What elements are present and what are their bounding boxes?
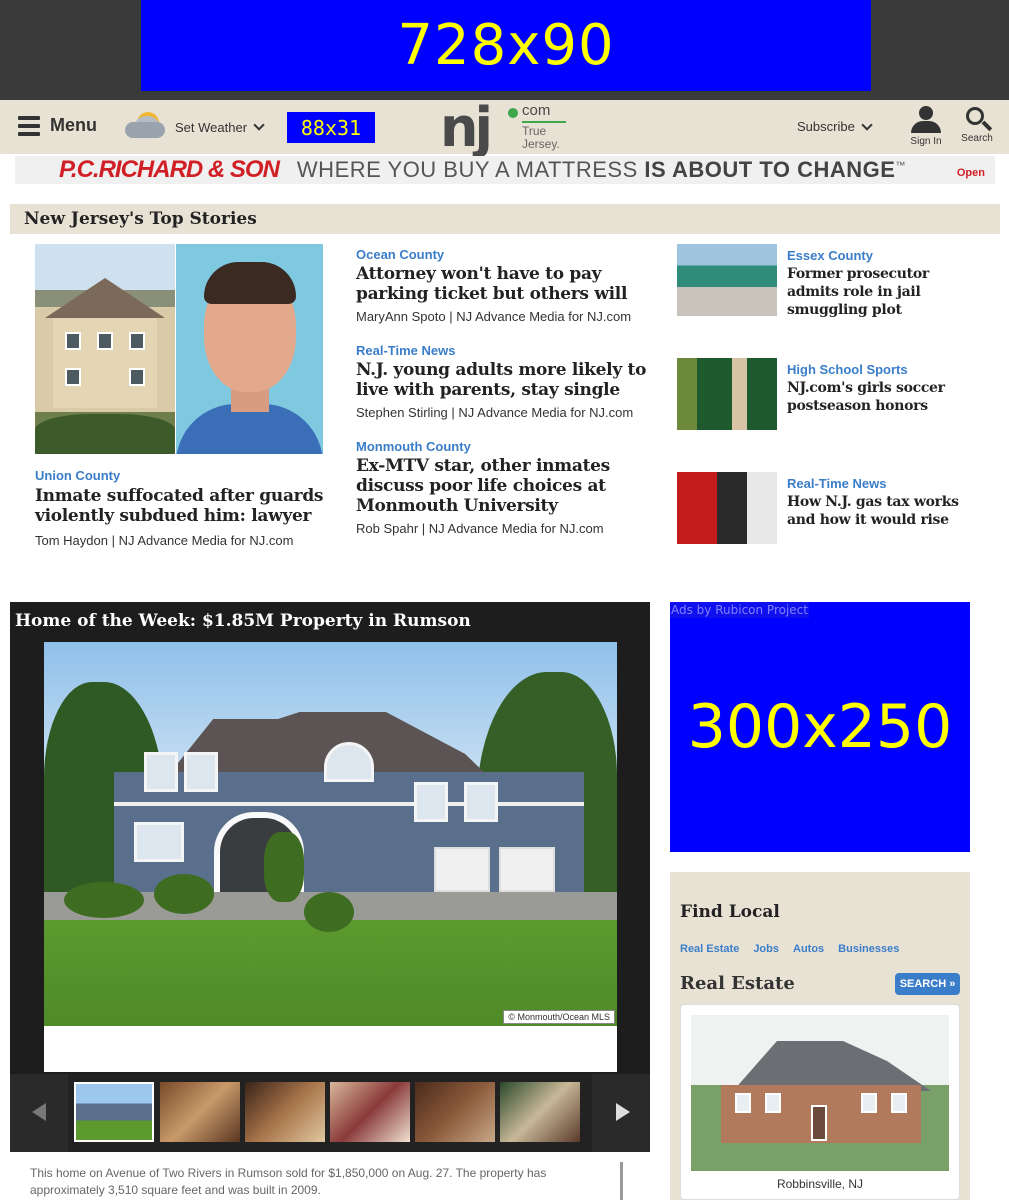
find-local-tabs: Real Estate Jobs Autos Businesses xyxy=(680,943,899,955)
story-byline: Stephen Stirling | NJ Advance Media for … xyxy=(356,405,634,420)
gallery-title[interactable]: Home of the Week: $1.85M Property in Rum… xyxy=(15,611,471,631)
story-headline[interactable]: Attorney won't have to pay parking ticke… xyxy=(356,264,656,304)
story-category[interactable]: High School Sports xyxy=(787,362,977,377)
user-icon xyxy=(906,106,946,133)
story-byline: Tom Haydon | NJ Advance Media for NJ.com xyxy=(35,533,294,548)
top-stories-header: New Jersey's Top Stories xyxy=(10,204,1000,234)
weather-label: Set Weather xyxy=(175,119,248,135)
nj-com-logo[interactable]: nj com True Jersey. xyxy=(440,96,570,159)
lead-story-mugshot-image[interactable] xyxy=(176,244,323,454)
previous-button[interactable] xyxy=(10,1074,68,1152)
story-category[interactable]: Essex County xyxy=(787,248,977,263)
banner-brand: P.C.RICHARD & SON xyxy=(59,156,280,183)
tab-autos[interactable]: Autos xyxy=(793,943,824,955)
rectangle-ad[interactable]: Ads by Rubicon Project 300x250 xyxy=(670,602,970,852)
gallery-thumbnail[interactable] xyxy=(245,1082,325,1142)
thumbnail-strip xyxy=(10,1074,650,1152)
sign-in-label: Sign In xyxy=(910,136,942,147)
story-category[interactable]: Real-Time News xyxy=(356,343,656,358)
search-icon xyxy=(963,106,993,134)
story-headline[interactable]: Inmate suffocated after guards violently… xyxy=(35,486,335,526)
photo-copyright: © Monmouth/Ocean MLS xyxy=(503,1010,615,1024)
gallery-main-photo[interactable]: © Monmouth/Ocean MLS xyxy=(44,642,617,1072)
tab-businesses[interactable]: Businesses xyxy=(838,943,899,955)
next-button[interactable] xyxy=(592,1074,650,1152)
story-item: Monmouth County Ex-MTV star, other inmat… xyxy=(356,439,656,536)
side-story: Real-Time News How N.J. gas tax works an… xyxy=(677,472,997,544)
tab-jobs[interactable]: Jobs xyxy=(753,943,779,955)
real-estate-heading: Real Estate xyxy=(680,973,795,994)
story-byline: MaryAnn Spoto | NJ Advance Media for NJ.… xyxy=(356,309,632,324)
arrow-right-icon xyxy=(616,1103,630,1121)
story-category[interactable]: Real-Time News xyxy=(787,476,977,491)
side-story-thumbnail[interactable] xyxy=(677,244,777,316)
real-estate-listing[interactable]: Robbinsville, NJ xyxy=(680,1004,960,1200)
section-title: New Jersey's Top Stories xyxy=(24,209,257,229)
story-headline[interactable]: Former prosecutor admits role in jail sm… xyxy=(787,265,977,319)
gallery-thumbnail[interactable] xyxy=(74,1082,154,1142)
gallery-caption: This home on Avenue of Two Rivers in Rum… xyxy=(30,1166,547,1197)
chevron-down-icon xyxy=(253,119,265,131)
story-item: Real-Time News N.J. young adults more li… xyxy=(356,343,656,420)
listing-image xyxy=(691,1015,949,1171)
partly-cloudy-icon xyxy=(123,110,175,144)
side-story: High School Sports NJ.com's girls soccer… xyxy=(677,358,997,430)
gallery-thumbnail[interactable] xyxy=(160,1082,240,1142)
site-header: Menu Set Weather 88x31 nj com True Jerse… xyxy=(0,96,1009,159)
story-headline[interactable]: How N.J. gas tax works and how it would … xyxy=(787,493,977,529)
side-story: Essex County Former prosecutor admits ro… xyxy=(677,244,997,319)
banner-text: WHERE YOU BUY A MATTRESS IS ABOUT TO CHA… xyxy=(296,157,906,182)
real-estate-search-button[interactable]: SEARCH » xyxy=(895,973,960,995)
small-ad[interactable]: 88x31 xyxy=(287,112,375,143)
lead-story-house-image[interactable] xyxy=(35,244,175,454)
hamburger-icon xyxy=(18,115,40,136)
caption-scrollbar[interactable] xyxy=(620,1162,623,1200)
gallery-thumbnail[interactable] xyxy=(330,1082,410,1142)
search-button[interactable]: Search xyxy=(958,106,996,144)
gallery-thumbnail[interactable] xyxy=(500,1082,580,1142)
arrow-left-icon xyxy=(32,1103,46,1121)
top-ad-region: 728x90 xyxy=(0,0,1009,100)
story-item: Ocean County Attorney won't have to pay … xyxy=(356,247,656,324)
story-category[interactable]: Monmouth County xyxy=(356,439,656,454)
story-headline[interactable]: N.J. young adults more likely to live wi… xyxy=(356,360,656,400)
banner-open-link[interactable]: Open xyxy=(957,167,985,179)
leaderboard-ad[interactable]: 728x90 xyxy=(141,0,871,91)
find-local-widget: Find Local Real Estate Jobs Autos Busine… xyxy=(670,872,970,1200)
story-byline: Rob Spahr | NJ Advance Media for NJ.com xyxy=(356,521,604,536)
find-local-title: Find Local xyxy=(680,902,780,922)
side-story-thumbnail[interactable] xyxy=(677,472,777,544)
set-weather-button[interactable]: Set Weather xyxy=(123,110,265,144)
side-story-thumbnail[interactable] xyxy=(677,358,777,430)
chevron-down-icon xyxy=(861,118,873,131)
listing-location: Robbinsville, NJ xyxy=(776,1177,864,1191)
home-of-the-week-gallery: Home of the Week: $1.85M Property in Rum… xyxy=(10,602,650,1152)
search-label: Search xyxy=(961,133,993,144)
subscribe-label: Subscribe xyxy=(797,119,855,134)
subscribe-button[interactable]: Subscribe xyxy=(797,118,873,134)
logo-tagline: True Jersey. xyxy=(522,124,560,151)
pc-richard-banner-ad[interactable]: P.C.RICHARD & SON WHERE YOU BUY A MATTRE… xyxy=(15,156,995,184)
menu-button[interactable]: Menu xyxy=(18,115,97,136)
gallery-thumbnail[interactable] xyxy=(415,1082,495,1142)
story-category[interactable]: Ocean County xyxy=(356,247,656,262)
ad-provider-label: Ads by Rubicon Project xyxy=(670,602,809,618)
story-headline[interactable]: Ex-MTV star, other inmates discuss poor … xyxy=(356,456,656,516)
tab-real-estate[interactable]: Real Estate xyxy=(680,943,739,955)
sign-in-button[interactable]: Sign In xyxy=(906,106,946,147)
lead-story: Union County Inmate suffocated after gua… xyxy=(35,468,335,548)
story-category[interactable]: Union County xyxy=(35,468,335,483)
story-headline[interactable]: NJ.com's girls soccer postseason honors xyxy=(787,379,977,415)
menu-label: Menu xyxy=(50,115,97,135)
